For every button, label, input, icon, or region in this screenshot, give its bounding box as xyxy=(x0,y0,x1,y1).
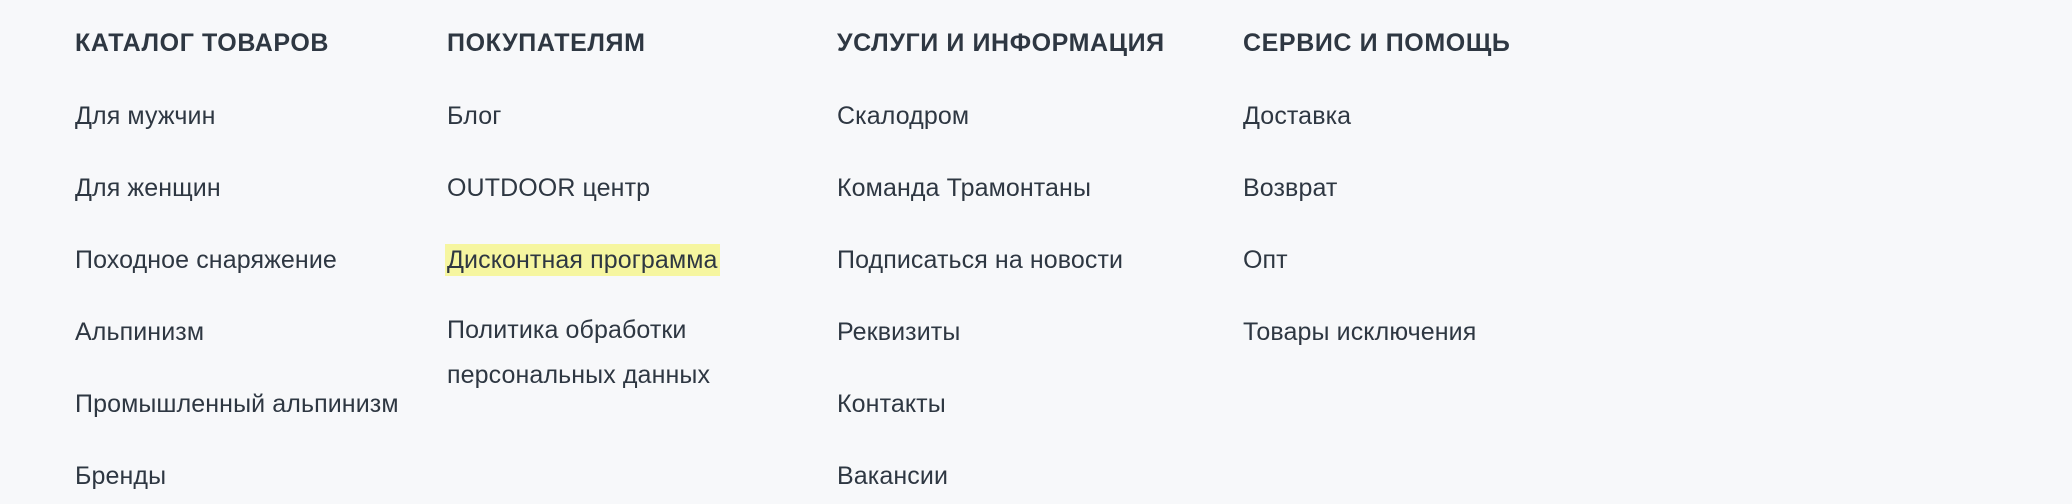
footer-column-title: УСЛУГИ И ИНФОРМАЦИЯ xyxy=(837,29,1165,57)
list-item: Возврат xyxy=(1243,164,1633,212)
footer-link-tovary-isklyucheniya[interactable]: Товары исключения xyxy=(1243,318,1476,346)
footer-link-komanda-tramontany[interactable]: Команда Трамонтаны xyxy=(837,174,1091,202)
footer-link-opt[interactable]: Опт xyxy=(1243,246,1288,274)
list-item: Для мужчин xyxy=(75,92,425,140)
footer-link-list: Для мужчин Для женщин Походное снаряжени… xyxy=(75,92,425,500)
list-item: Политика обработки персональных данных xyxy=(447,308,817,398)
list-item: Скалодром xyxy=(837,92,1227,140)
list-item: OUTDOOR центр xyxy=(447,164,817,212)
list-item: Опт xyxy=(1243,236,1633,284)
list-item: Товары исключения xyxy=(1243,308,1633,356)
footer-link-vakansii[interactable]: Вакансии xyxy=(837,462,948,490)
footer-link-pohodnoe-snaryazhenie[interactable]: Походное снаряжение xyxy=(75,246,337,274)
footer-link-rekvizity[interactable]: Реквизиты xyxy=(837,318,960,346)
site-footer-navigation: КАТАЛОГ ТОВАРОВ Для мужчин Для женщин По… xyxy=(0,0,2072,504)
footer-link-dostavka[interactable]: Доставка xyxy=(1243,102,1351,130)
footer-link-outdoor-centr[interactable]: OUTDOOR центр xyxy=(447,174,650,202)
footer-link-list: Скалодром Команда Трамонтаны Подписаться… xyxy=(837,92,1227,500)
footer-link-diskontnaya-programma[interactable]: Дисконтная программа xyxy=(447,246,718,274)
list-item: Команда Трамонтаны xyxy=(837,164,1227,212)
footer-link-dlya-zhenshchin[interactable]: Для женщин xyxy=(75,174,221,202)
footer-column-services-info: УСЛУГИ И ИНФОРМАЦИЯ Скалодром Команда Тр… xyxy=(837,28,1227,500)
footer-column-title: ПОКУПАТЕЛЯМ xyxy=(447,29,646,57)
list-item: Бренды xyxy=(75,452,425,500)
list-item: Контакты xyxy=(837,380,1227,428)
list-item: Доставка xyxy=(1243,92,1633,140)
list-item: Альпинизм xyxy=(75,308,425,356)
list-item: Для женщин xyxy=(75,164,425,212)
footer-link-list: Доставка Возврат Опт Товары исключения xyxy=(1243,92,1633,356)
list-item: Блог xyxy=(447,92,817,140)
footer-link-brendy[interactable]: Бренды xyxy=(75,462,166,490)
footer-columns: КАТАЛОГ ТОВАРОВ Для мужчин Для женщин По… xyxy=(0,0,2072,504)
footer-link-skalodrom[interactable]: Скалодром xyxy=(837,102,969,130)
list-item: Промышленный альпинизм xyxy=(75,380,425,428)
footer-link-politika-obrabotki-personalnyh-dannyh[interactable]: Политика обработки персональных данных xyxy=(447,316,710,389)
footer-link-dlya-muzhchin[interactable]: Для мужчин xyxy=(75,102,216,130)
footer-column-title: КАТАЛОГ ТОВАРОВ xyxy=(75,29,330,57)
footer-column-catalog: КАТАЛОГ ТОВАРОВ Для мужчин Для женщин По… xyxy=(75,28,425,500)
footer-link-promyshlennyy-alpinizm[interactable]: Промышленный альпинизм xyxy=(75,390,399,418)
footer-link-blog[interactable]: Блог xyxy=(447,102,501,130)
footer-link-vozvrat[interactable]: Возврат xyxy=(1243,174,1337,202)
footer-link-kontakty[interactable]: Контакты xyxy=(837,390,946,418)
list-item: Дисконтная программа xyxy=(447,236,817,284)
list-item: Подписаться на новости xyxy=(837,236,1227,284)
footer-column-buyers: ПОКУПАТЕЛЯМ Блог OUTDOOR центр Дисконтна… xyxy=(447,28,817,398)
list-item: Походное снаряжение xyxy=(75,236,425,284)
footer-link-list: Блог OUTDOOR центр Дисконтная программа … xyxy=(447,92,817,398)
footer-column-service-help: СЕРВИС И ПОМОЩЬ Доставка Возврат Опт Тов… xyxy=(1243,28,1633,356)
list-item: Вакансии xyxy=(837,452,1227,500)
footer-link-podpisatsya-na-novosti[interactable]: Подписаться на новости xyxy=(837,246,1123,274)
footer-column-title: СЕРВИС И ПОМОЩЬ xyxy=(1243,29,1511,57)
footer-link-alpinizm[interactable]: Альпинизм xyxy=(75,318,204,346)
list-item: Реквизиты xyxy=(837,308,1227,356)
